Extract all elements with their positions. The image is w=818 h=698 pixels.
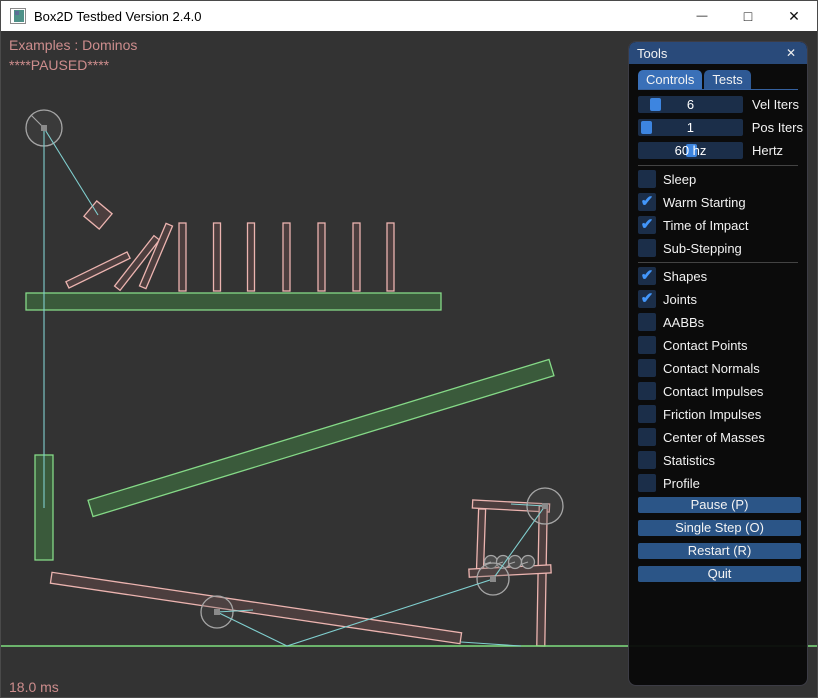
checkbox-row-contact-points[interactable]: Contact Points: [638, 336, 803, 354]
seesaw-plank[interactable]: [50, 572, 461, 643]
checkbox[interactable]: [638, 359, 656, 377]
checkbox-row-joints[interactable]: ✔ Joints: [638, 290, 803, 308]
vel-iters-slider[interactable]: 6: [638, 96, 743, 113]
slider-row-pos-iters: 1 Pos Iters: [638, 119, 803, 136]
table-long-leg[interactable]: [537, 506, 547, 646]
tools-panel: Tools ✕ Controls Tests 6 Vel Iters: [628, 41, 808, 686]
checkbox-label: Contact Points: [663, 338, 748, 353]
frame-time-label: 18.0 ms: [9, 679, 59, 695]
single-step-button[interactable]: Single Step (O): [638, 520, 801, 536]
pos-iters-value: 1: [638, 119, 743, 136]
checkbox[interactable]: [638, 239, 656, 257]
domino[interactable]: [387, 223, 394, 291]
checkbox[interactable]: [638, 382, 656, 400]
tab-controls[interactable]: Controls: [638, 70, 702, 89]
separator: [638, 262, 798, 263]
checkbox-label: Contact Impulses: [663, 384, 763, 399]
checkmark-icon: ✔: [641, 290, 654, 308]
tabbar: Controls Tests: [638, 70, 798, 90]
domino[interactable]: [214, 223, 221, 291]
hertz-value: 60 hz: [638, 142, 743, 159]
checkbox[interactable]: [638, 313, 656, 331]
example-label: Examples : Dominos: [9, 37, 137, 53]
checkbox-label: AABBs: [663, 315, 704, 330]
checkbox-row-aabbs[interactable]: AABBs: [638, 313, 803, 331]
domino-platform: [26, 293, 441, 310]
checkbox[interactable]: ✔: [638, 216, 656, 234]
checkbox-row-friction-impulses[interactable]: Friction Impulses: [638, 405, 803, 423]
tools-panel-titlebar[interactable]: Tools ✕: [629, 42, 807, 64]
checkbox[interactable]: [638, 405, 656, 423]
hertz-label: Hertz: [752, 143, 783, 158]
hertz-slider[interactable]: 60 hz: [638, 142, 743, 159]
checkbox[interactable]: ✔: [638, 193, 656, 211]
restart-button[interactable]: Restart (R): [638, 543, 801, 559]
checkmark-icon: ✔: [641, 267, 654, 285]
simulation-canvas[interactable]: Examples : Dominos ****PAUSED**** 18.0 m…: [1, 31, 817, 697]
domino[interactable]: [353, 223, 360, 291]
checkbox-row-statistics[interactable]: Statistics: [638, 451, 803, 469]
checkbox[interactable]: [638, 451, 656, 469]
os-titlebar: Box2D Testbed Version 2.4.0 — □ ✕: [1, 1, 817, 31]
joint-anchor: [214, 609, 220, 615]
checkbox-row-time-of-impact[interactable]: ✔ Time of Impact: [638, 216, 803, 234]
checkbox[interactable]: [638, 170, 656, 188]
domino[interactable]: [318, 223, 325, 291]
maximize-button[interactable]: □: [725, 1, 771, 31]
checkbox-row-contact-normals[interactable]: Contact Normals: [638, 359, 803, 377]
slider-row-hertz: 60 hz Hertz: [638, 142, 803, 159]
tab-tests[interactable]: Tests: [704, 70, 750, 89]
checkmark-icon: ✔: [641, 216, 654, 234]
checkbox-row-center-of-masses[interactable]: Center of Masses: [638, 428, 803, 446]
checkmark-icon: ✔: [641, 193, 654, 211]
checkbox-row-sub-stepping[interactable]: Sub-Stepping: [638, 239, 803, 257]
pause-button[interactable]: Pause (P): [638, 497, 801, 513]
checkbox-label: Shapes: [663, 269, 707, 284]
separator: [638, 165, 798, 166]
checkbox-row-contact-impulses[interactable]: Contact Impulses: [638, 382, 803, 400]
checkbox-label: Statistics: [663, 453, 715, 468]
checkbox-label: Profile: [663, 476, 700, 491]
checkbox[interactable]: ✔: [638, 290, 656, 308]
checkbox-label: Center of Masses: [663, 430, 765, 445]
joint-anchor: [542, 503, 548, 509]
checkbox-label: Friction Impulses: [663, 407, 761, 422]
domino[interactable]: [179, 223, 186, 291]
domino[interactable]: [283, 223, 290, 291]
checkbox[interactable]: [638, 474, 656, 492]
joint-line: [44, 128, 98, 215]
domino[interactable]: [248, 223, 255, 291]
pos-iters-slider[interactable]: 1: [638, 119, 743, 136]
checkbox-label: Time of Impact: [663, 218, 748, 233]
checkbox[interactable]: [638, 336, 656, 354]
pos-iters-label: Pos Iters: [752, 120, 803, 135]
checkbox-row-sleep[interactable]: Sleep: [638, 170, 803, 188]
checkbox-row-profile[interactable]: Profile: [638, 474, 803, 492]
checkbox-label: Contact Normals: [663, 361, 760, 376]
static-ramp: [88, 359, 554, 516]
vel-iters-label: Vel Iters: [752, 97, 799, 112]
quit-button[interactable]: Quit: [638, 566, 801, 582]
paused-label: ****PAUSED****: [9, 57, 109, 73]
checkbox-label: Joints: [663, 292, 697, 307]
tools-panel-title: Tools: [637, 46, 783, 61]
app-icon: [10, 8, 26, 24]
joint-anchor: [490, 576, 496, 582]
checkbox[interactable]: [638, 428, 656, 446]
checkbox-label: Sub-Stepping: [663, 241, 742, 256]
checkbox-label: Sleep: [663, 172, 696, 187]
close-button[interactable]: ✕: [771, 1, 817, 31]
slider-row-vel-iters: 6 Vel Iters: [638, 96, 803, 113]
checkbox-row-shapes[interactable]: ✔ Shapes: [638, 267, 803, 285]
vel-iters-value: 6: [638, 96, 743, 113]
checkbox-row-warm-starting[interactable]: ✔ Warm Starting: [638, 193, 803, 211]
app-window: Box2D Testbed Version 2.4.0 — □ ✕: [0, 0, 818, 698]
minimize-button[interactable]: —: [679, 1, 725, 31]
joint-anchor: [41, 125, 47, 131]
checkbox[interactable]: ✔: [638, 267, 656, 285]
window-title: Box2D Testbed Version 2.4.0: [34, 9, 201, 24]
panel-close-icon[interactable]: ✕: [783, 46, 799, 60]
checkbox-label: Warm Starting: [663, 195, 746, 210]
